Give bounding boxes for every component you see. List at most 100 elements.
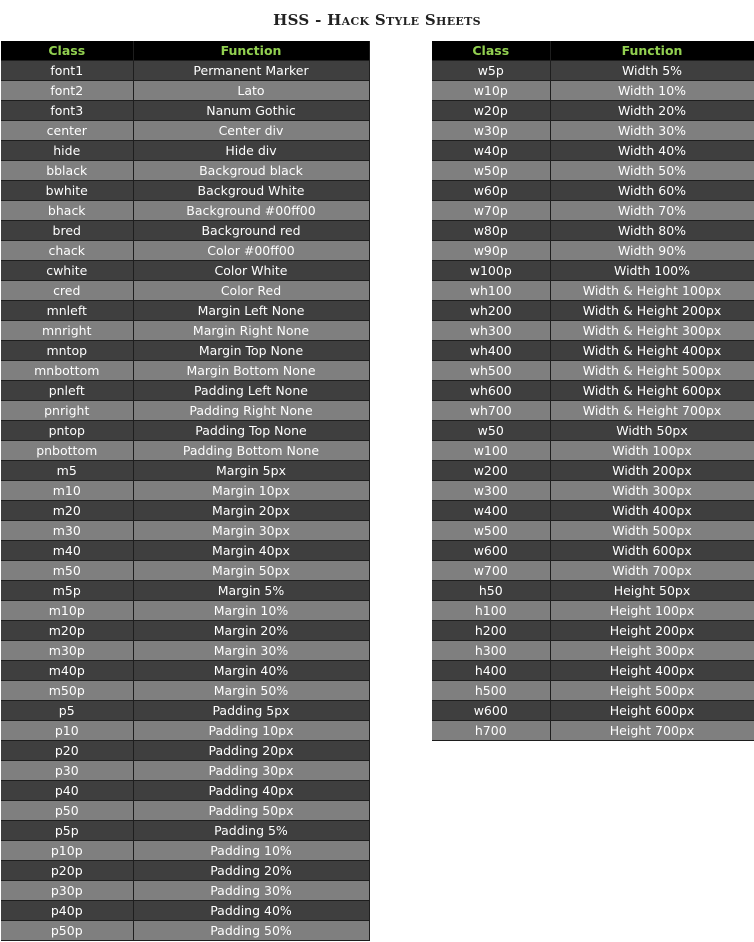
function-cell: Margin 50% bbox=[133, 680, 370, 701]
function-cell: Width 10% bbox=[550, 80, 754, 101]
function-cell: Width 70% bbox=[550, 200, 754, 221]
table-row: bblack Backgroud black bbox=[1, 160, 370, 181]
table-row: p30 Padding 30px bbox=[1, 760, 370, 781]
function-cell: Width 100px bbox=[550, 440, 754, 461]
class-name-cell: w700 bbox=[432, 560, 551, 581]
class-name-cell: w80p bbox=[432, 220, 551, 241]
class-name-cell: wh600 bbox=[432, 380, 551, 401]
class-name-cell: h300 bbox=[432, 640, 551, 661]
function-cell: Padding 5px bbox=[133, 700, 370, 721]
class-name-cell: w600 bbox=[432, 540, 551, 561]
class-name-cell: wh400 bbox=[432, 340, 551, 361]
function-cell: Padding 30px bbox=[133, 760, 370, 781]
function-cell: Width 90% bbox=[550, 240, 754, 261]
class-name-cell: h100 bbox=[432, 600, 551, 621]
function-cell: Padding 20% bbox=[133, 860, 370, 881]
class-name-cell: w90p bbox=[432, 240, 551, 261]
class-name-cell: pnbottom bbox=[1, 440, 134, 461]
function-cell: Margin 20px bbox=[133, 500, 370, 521]
table-row: h100 Height 100px bbox=[432, 600, 754, 621]
class-name-cell: w60p bbox=[432, 180, 551, 201]
function-cell: Height 400px bbox=[550, 660, 754, 681]
class-name-cell: h50 bbox=[432, 580, 551, 601]
class-name-cell: h400 bbox=[432, 660, 551, 681]
class-name-cell: bhack bbox=[1, 200, 134, 221]
function-cell: Padding 40px bbox=[133, 780, 370, 801]
table-row: w400 Width 400px bbox=[432, 500, 754, 521]
function-cell: Margin 20% bbox=[133, 620, 370, 641]
class-name-cell: p5 bbox=[1, 700, 134, 721]
function-cell: Margin 10px bbox=[133, 480, 370, 501]
class-column-header: Class bbox=[432, 41, 551, 61]
table-body-right: w5p Width 5% w10p Width 10% w20p Width 20% w30… bbox=[432, 60, 754, 741]
class-name-cell: p20 bbox=[1, 740, 134, 761]
table-row: m30 Margin 30px bbox=[1, 520, 370, 541]
table-row: h700 Height 700px bbox=[432, 720, 754, 741]
class-name-cell: p20p bbox=[1, 860, 134, 881]
table-row: w700 Width 700px bbox=[432, 560, 754, 581]
class-name-cell: font3 bbox=[1, 100, 134, 121]
function-cell: Width & Height 700px bbox=[550, 400, 754, 421]
function-cell: Width 5% bbox=[550, 60, 754, 81]
class-name-cell: w600 bbox=[432, 700, 551, 721]
function-cell: Color Red bbox=[133, 280, 370, 301]
table-row: w40p Width 40% bbox=[432, 140, 754, 161]
table-row: wh600 Width & Height 600px bbox=[432, 380, 754, 401]
table-row: m5 Margin 5px bbox=[1, 460, 370, 481]
table-row: w600 Width 600px bbox=[432, 540, 754, 561]
function-cell: Permanent Marker bbox=[133, 60, 370, 81]
function-column-header: Function bbox=[133, 41, 370, 61]
table-row: pnright Padding Right None bbox=[1, 400, 370, 421]
table-row: p5p Padding 5% bbox=[1, 820, 370, 841]
table-row: m50p Margin 50% bbox=[1, 680, 370, 701]
function-cell: Height 500px bbox=[550, 680, 754, 701]
class-name-cell: h700 bbox=[432, 720, 551, 741]
page-title: HSS - Hack Style Sheets bbox=[273, 11, 481, 29]
function-cell: Padding Bottom None bbox=[133, 440, 370, 461]
table-row: wh300 Width & Height 300px bbox=[432, 320, 754, 341]
table-body-left: font1 Permanent Marker font2 Lato font3 Nanum… bbox=[1, 60, 370, 941]
table-row: font3 Nanum Gothic bbox=[1, 100, 370, 121]
function-cell: Padding 10px bbox=[133, 720, 370, 741]
table-row: w70p Width 70% bbox=[432, 200, 754, 221]
table-row: p40p Padding 40% bbox=[1, 900, 370, 921]
table-header-row: Class Function bbox=[432, 41, 754, 61]
function-column-header: Function bbox=[550, 41, 754, 61]
function-cell: Margin Left None bbox=[133, 300, 370, 321]
function-cell: Padding Right None bbox=[133, 400, 370, 421]
class-name-cell: m20p bbox=[1, 620, 134, 641]
function-cell: Margin 5% bbox=[133, 580, 370, 601]
table-row: wh100 Width & Height 100px bbox=[432, 280, 754, 301]
function-cell: Center div bbox=[133, 120, 370, 141]
table-row: m40 Margin 40px bbox=[1, 540, 370, 561]
table-row: w20p Width 20% bbox=[432, 100, 754, 121]
class-name-cell: w200 bbox=[432, 460, 551, 481]
class-name-cell: mnbottom bbox=[1, 360, 134, 381]
class-name-cell: w100 bbox=[432, 440, 551, 461]
class-name-cell: h200 bbox=[432, 620, 551, 641]
table-row: h50 Height 50px bbox=[432, 580, 754, 601]
table-row: w300 Width 300px bbox=[432, 480, 754, 501]
table-row: m40p Margin 40% bbox=[1, 660, 370, 681]
table-row: p10 Padding 10px bbox=[1, 720, 370, 741]
function-cell: Height 700px bbox=[550, 720, 754, 741]
function-cell: Width 300px bbox=[550, 480, 754, 501]
function-cell: Margin 10% bbox=[133, 600, 370, 621]
table-row: w30p Width 30% bbox=[432, 120, 754, 141]
class-name-cell: wh700 bbox=[432, 400, 551, 421]
table-row: p5 Padding 5px bbox=[1, 700, 370, 721]
function-cell: Width 50% bbox=[550, 160, 754, 181]
function-cell: Margin 30px bbox=[133, 520, 370, 541]
function-cell: Width 200px bbox=[550, 460, 754, 481]
class-name-cell: w500 bbox=[432, 520, 551, 541]
table-row: m10 Margin 10px bbox=[1, 480, 370, 501]
table-row: h300 Height 300px bbox=[432, 640, 754, 661]
function-cell: Padding Top None bbox=[133, 420, 370, 441]
table-row: m20p Margin 20% bbox=[1, 620, 370, 641]
function-cell: Width 400px bbox=[550, 500, 754, 521]
class-name-cell: cwhite bbox=[1, 260, 134, 281]
function-cell: Padding 50px bbox=[133, 800, 370, 821]
class-name-cell: h500 bbox=[432, 680, 551, 701]
class-name-cell: w100p bbox=[432, 260, 551, 281]
function-cell: Width 80% bbox=[550, 220, 754, 241]
